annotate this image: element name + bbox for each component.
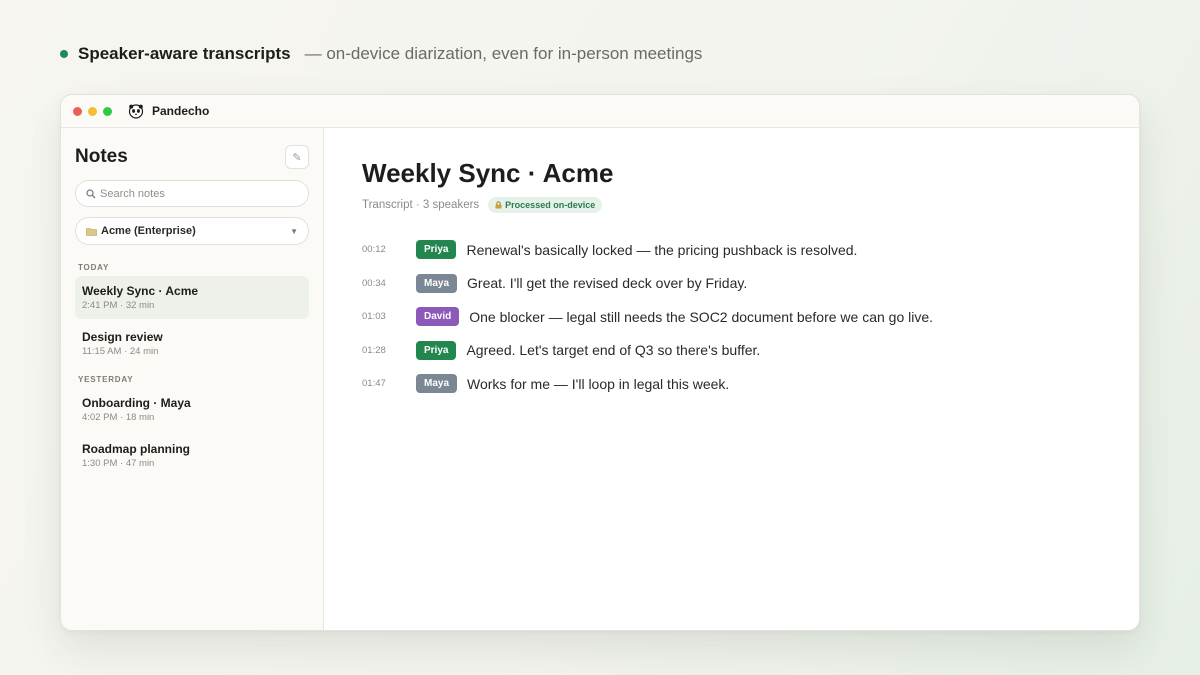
utterance: Works for me — I'll loop in legal this w… (467, 375, 730, 392)
utterance: One blocker — legal still needs the SOC2… (469, 308, 934, 325)
speaker-tag[interactable]: Maya (416, 374, 458, 394)
note-meta: 1:30 PM · 47 min (82, 458, 155, 469)
transcript-line: 00:34 Maya Great. I'll get the revised d… (362, 267, 1101, 301)
search-icon (86, 188, 96, 198)
note-title: Design review (82, 330, 163, 344)
headline-sub: — on-device diarization, even for in-per… (304, 44, 703, 63)
note-item-design-review[interactable]: Design review 11:15 AM · 24 min (75, 322, 309, 365)
workspace-select[interactable]: Acme (Enterprise) ▼ (75, 217, 309, 245)
search-box[interactable] (75, 180, 309, 207)
speaker-tag[interactable]: Maya (416, 273, 458, 293)
note-meta-row: Transcript · 3 speakers Processed on-dev… (362, 197, 1101, 213)
transcript-line: 00:12 Priya Renewal's basically locked —… (362, 233, 1101, 267)
transcript: 00:12 Priya Renewal's basically locked —… (362, 233, 1101, 401)
timestamp[interactable]: 00:12 (362, 244, 416, 255)
sidebar: Notes ✎ Acme (Enterprise) ▼ TODAY (61, 128, 324, 630)
note-heading: Weekly Sync · Acme (362, 158, 614, 188)
note-meta: 4:02 PM · 18 min (82, 412, 155, 423)
speaker-tag[interactable]: David (416, 307, 460, 327)
window-controls (73, 106, 112, 116)
sidebar-title: Notes (75, 146, 128, 167)
note-title: Weekly Sync · Acme (82, 284, 199, 298)
app-name: Pandecho (152, 104, 210, 118)
processed-badge: Processed on-device (488, 197, 603, 213)
timestamp[interactable]: 01:28 (362, 345, 416, 356)
minimize-window-button[interactable] (88, 106, 97, 116)
bullet-dot-icon (60, 50, 68, 58)
lock-icon (495, 201, 502, 209)
speaker-tag[interactable]: Priya (416, 340, 457, 360)
timestamp[interactable]: 00:34 (362, 278, 416, 289)
note-meta: 2:41 PM · 32 min (82, 300, 155, 311)
folder-icon (86, 227, 97, 236)
note-item-roadmap[interactable]: Roadmap planning 1:30 PM · 47 min (75, 434, 309, 477)
search-input[interactable] (100, 187, 280, 200)
transcript-line: 01:47 Maya Works for me — I'll loop in l… (362, 367, 1101, 401)
timestamp[interactable]: 01:47 (362, 378, 416, 389)
new-note-button[interactable]: ✎ (285, 145, 309, 169)
note-title: Onboarding · Maya (82, 396, 191, 410)
speaker-tag[interactable]: Priya (416, 240, 457, 260)
transcript-line: 01:03 David One blocker — legal still ne… (362, 300, 1101, 334)
close-window-button[interactable] (73, 106, 82, 116)
note-meta: 11:15 AM · 24 min (82, 346, 159, 357)
section-label-yesterday: YESTERDAY (78, 375, 134, 384)
feature-headline: Speaker-aware transcripts — on-device di… (60, 44, 702, 64)
note-item-onboarding[interactable]: Onboarding · Maya 4:02 PM · 18 min (75, 388, 309, 431)
note-title: Roadmap planning (82, 442, 190, 456)
badge-label: Processed on-device (505, 200, 596, 210)
headline-strong: Speaker-aware transcripts (78, 44, 291, 63)
utterance: Agreed. Let's target end of Q3 so there'… (466, 342, 761, 359)
app-window: Pandecho Notes ✎ Acme (Enterp (60, 94, 1140, 631)
note-item-weekly-sync[interactable]: Weekly Sync · Acme 2:41 PM · 32 min (75, 276, 309, 319)
pencil-icon: ✎ (292, 151, 302, 164)
transcript-meta: Transcript · 3 speakers (362, 199, 480, 211)
timestamp[interactable]: 01:03 (362, 311, 416, 322)
transcript-line: 01:28 Priya Agreed. Let's target end of … (362, 334, 1101, 368)
title-bar: Pandecho (61, 95, 1139, 128)
note-detail: Weekly Sync · Acme Transcript · 3 speake… (324, 128, 1139, 630)
section-label-today: TODAY (78, 263, 110, 272)
zoom-window-button[interactable] (103, 106, 112, 116)
panda-logo-icon (128, 104, 144, 119)
utterance: Great. I'll get the revised deck over by… (467, 275, 748, 292)
workspace-label: Acme (Enterprise) (101, 225, 196, 237)
utterance: Renewal's basically locked — the pricing… (466, 241, 858, 258)
chevron-down-icon: ▼ (290, 227, 298, 236)
